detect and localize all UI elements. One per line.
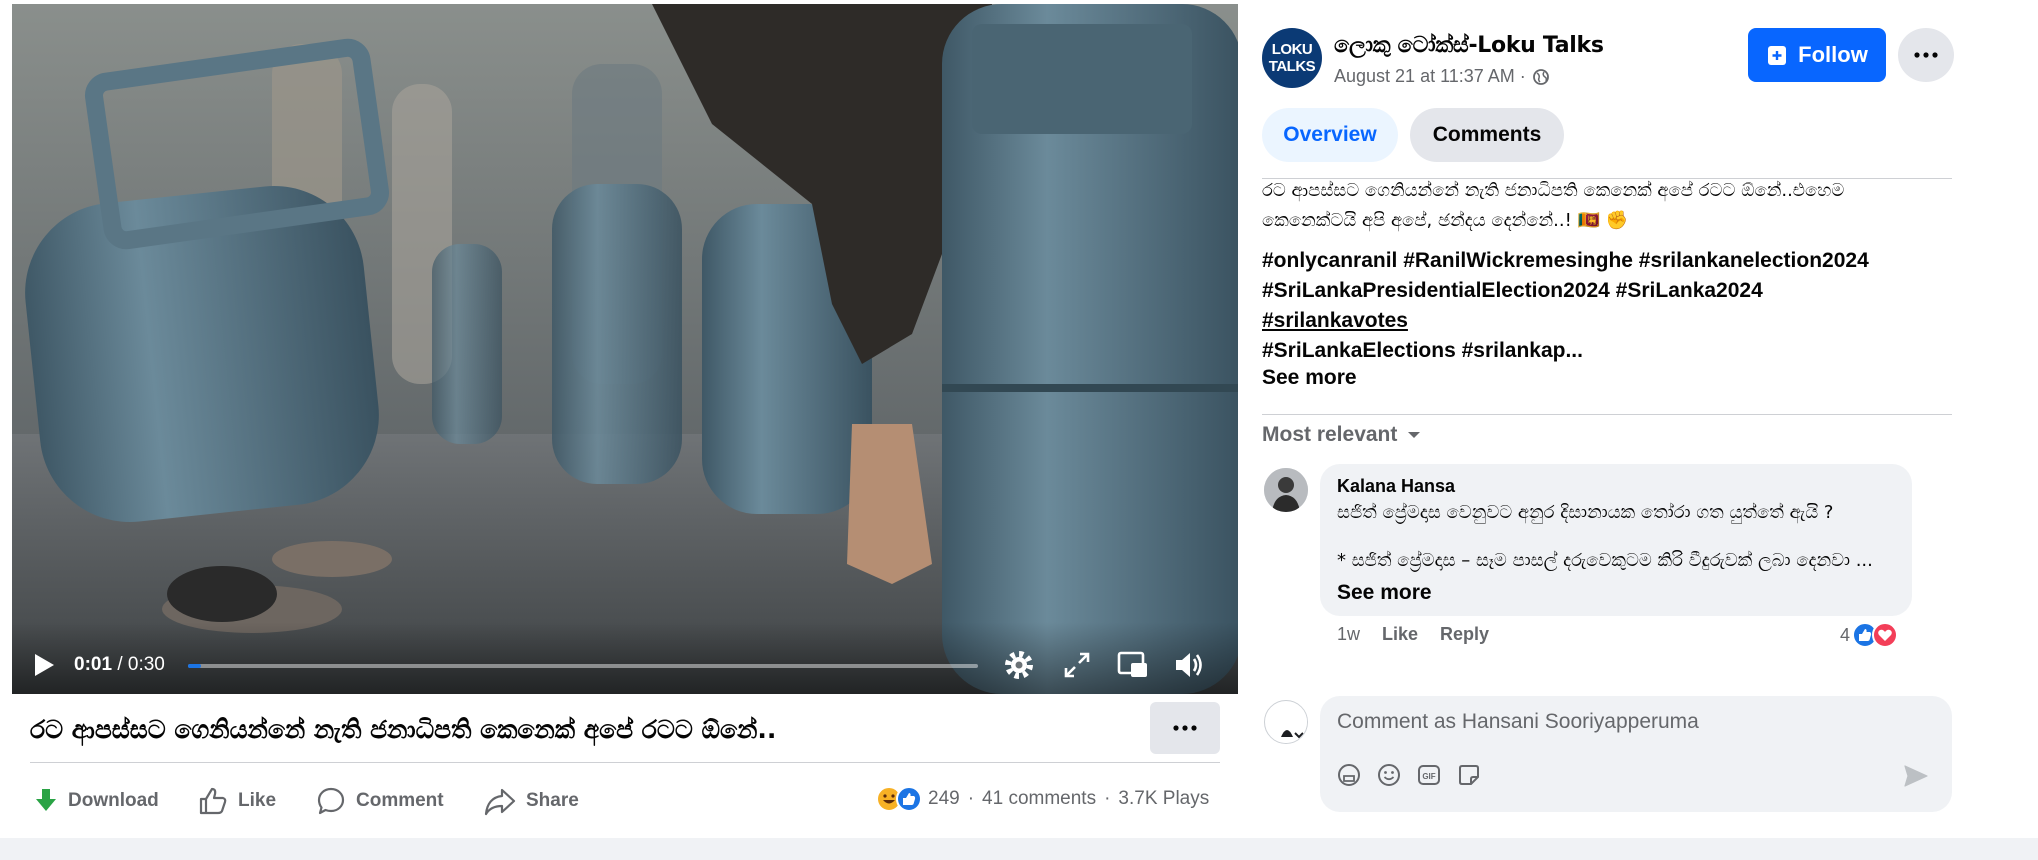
divider — [1262, 414, 1952, 415]
download-label: Download — [68, 790, 159, 811]
video-title: රට ආපස්සට ගෙනියන්නේ නැති ජනාධිපති කෙනෙක්… — [30, 715, 777, 744]
love-reaction-icon — [1872, 622, 1899, 648]
play-count: 3.7K Plays — [1118, 788, 1210, 809]
emoji-icon[interactable] — [1376, 762, 1402, 788]
bottom-strip — [0, 838, 2038, 860]
tab-overview[interactable]: Overview — [1262, 108, 1398, 162]
svg-text:GIF: GIF — [1422, 772, 1435, 781]
ellipsis-icon — [1173, 725, 1197, 731]
speech-bubble-icon — [317, 787, 345, 815]
hashtag-line[interactable]: #SriLankaElections #srilankap... — [1262, 336, 1922, 366]
comment-see-more-link[interactable]: See more — [1337, 581, 1432, 604]
progress-bar[interactable] — [188, 664, 978, 668]
video-controls: 0:01 / 0:30 — [12, 622, 1238, 694]
thumbs-up-icon — [199, 787, 227, 815]
like-button[interactable]: Like — [198, 785, 276, 817]
separator-dot: · — [1104, 788, 1111, 809]
like-label: Like — [238, 790, 277, 811]
comment-reaction-count: 4 — [1840, 624, 1851, 645]
gif-icon[interactable]: GIF — [1416, 762, 1442, 788]
caret-down-icon — [1408, 432, 1421, 438]
gear-icon[interactable] — [1002, 648, 1036, 682]
avatar-sticker-icon[interactable] — [1336, 762, 1362, 788]
follow-button[interactable]: Follow — [1748, 28, 1886, 82]
picture-in-picture-icon[interactable] — [1116, 648, 1150, 682]
post-caption: රට ආපස්සට ගෙනියන්නේ නැති ජනාධිපති කෙනෙක්… — [1262, 176, 1852, 236]
comment-count[interactable]: 41 comments — [982, 788, 1096, 810]
download-arrow-icon — [36, 789, 56, 811]
post-timestamp: August 21 at 11:37 AM · — [1334, 66, 1550, 87]
hashtag-line[interactable]: #srilankavotes — [1262, 306, 1922, 336]
tab-comments[interactable]: Comments — [1410, 108, 1564, 162]
comment-button[interactable]: Comment — [316, 785, 444, 817]
page-avatar[interactable]: LOKU TALKS — [1262, 28, 1322, 88]
share-label: Share — [526, 790, 579, 811]
hashtag-line[interactable]: #onlycanranil #RanilWickremesinghe #sril… — [1262, 246, 1922, 276]
comment-time[interactable]: 1w — [1337, 624, 1360, 645]
comment-input[interactable]: Comment as Hansani Sooriyapperuma — [1337, 710, 1699, 734]
logo-line1: LOKU — [1271, 41, 1313, 58]
user-avatar[interactable] — [1264, 700, 1308, 744]
separator-dot: · — [967, 788, 975, 809]
divider — [30, 762, 1220, 763]
play-icon[interactable] — [32, 652, 56, 678]
comment-text: * සජිත් ප්‍රේමදාස – සෑම පාසල් දරුවෙකුටම … — [1337, 545, 1897, 610]
comment-composer[interactable]: Comment as Hansani Sooriyapperuma GIF — [1320, 696, 1952, 812]
comment-text-line: * සජිත් ප්‍රේමදාස – සෑම පාසල් දරුවෙකුටම … — [1337, 550, 1873, 571]
duration: 0:30 — [127, 654, 165, 675]
ellipsis-icon — [1914, 52, 1938, 58]
post-more-button[interactable] — [1150, 702, 1220, 754]
video-player[interactable]: 0:01 / 0:30 — [12, 4, 1238, 694]
volume-icon[interactable] — [1172, 648, 1206, 682]
sticker-icon[interactable] — [1456, 762, 1482, 788]
comment-reactions[interactable]: 4 — [1840, 622, 1899, 648]
hashtags: #onlycanranil #RanilWickremesinghe #sril… — [1262, 246, 1922, 366]
download-button[interactable]: Download — [34, 785, 159, 817]
comment-sort-dropdown[interactable]: Most relevant — [1262, 423, 1421, 447]
like-reaction-icon — [896, 786, 922, 812]
comment-label: Comment — [356, 790, 444, 811]
hashtag-line[interactable]: #SriLankaPresidentialElection2024 #SriLa… — [1262, 276, 1922, 306]
video-frame — [12, 4, 1238, 694]
progress-fill — [188, 664, 202, 668]
page-more-button[interactable] — [1898, 28, 1954, 82]
follow-page-icon — [1768, 46, 1787, 65]
comment-like-button[interactable]: Like — [1382, 624, 1418, 645]
globe-icon — [1532, 68, 1549, 85]
comment-meta: 1w Like Reply — [1337, 624, 1489, 645]
video-time: 0:01 / 0:30 — [74, 654, 165, 676]
share-arrow-icon — [484, 788, 516, 816]
share-button[interactable]: Share — [484, 785, 579, 817]
page-name[interactable]: ලොකු ටෝක්ස්-Loku Talks — [1334, 33, 1604, 58]
comment-reply-button[interactable]: Reply — [1440, 624, 1489, 645]
sort-label: Most relevant — [1262, 423, 1398, 446]
caption-line: රට ආපස්සට ගෙනියන්නේ නැති ජනාධිපති කෙනෙක්… — [1262, 180, 1845, 201]
comment-text: සජිත් ප්‍රේමදාස වෙනුවට අනුර දිසානායක තෝර… — [1337, 502, 1834, 523]
time-separator: / — [117, 654, 123, 675]
see-more-link[interactable]: See more — [1262, 366, 1357, 390]
post-time-text[interactable]: August 21 at 11:37 AM · — [1334, 66, 1526, 87]
avatar[interactable] — [1264, 468, 1308, 512]
fullscreen-icon[interactable] — [1060, 648, 1094, 682]
follow-label: Follow — [1798, 42, 1868, 67]
post-stats: 249 · 41 comments · 3.7K Plays — [876, 786, 1209, 812]
send-icon[interactable] — [1902, 762, 1930, 790]
current-time: 0:01 — [74, 654, 113, 675]
reaction-count[interactable]: 249 — [928, 788, 960, 810]
comment-author[interactable]: Kalana Hansa — [1337, 476, 1455, 497]
logo-line2: TALKS — [1268, 58, 1316, 75]
caption-line: කෙනෙක්ටයි අපි අපේ, ඡන්දය දෙන්නේ..! 🇱🇰 ✊ — [1262, 210, 1629, 231]
